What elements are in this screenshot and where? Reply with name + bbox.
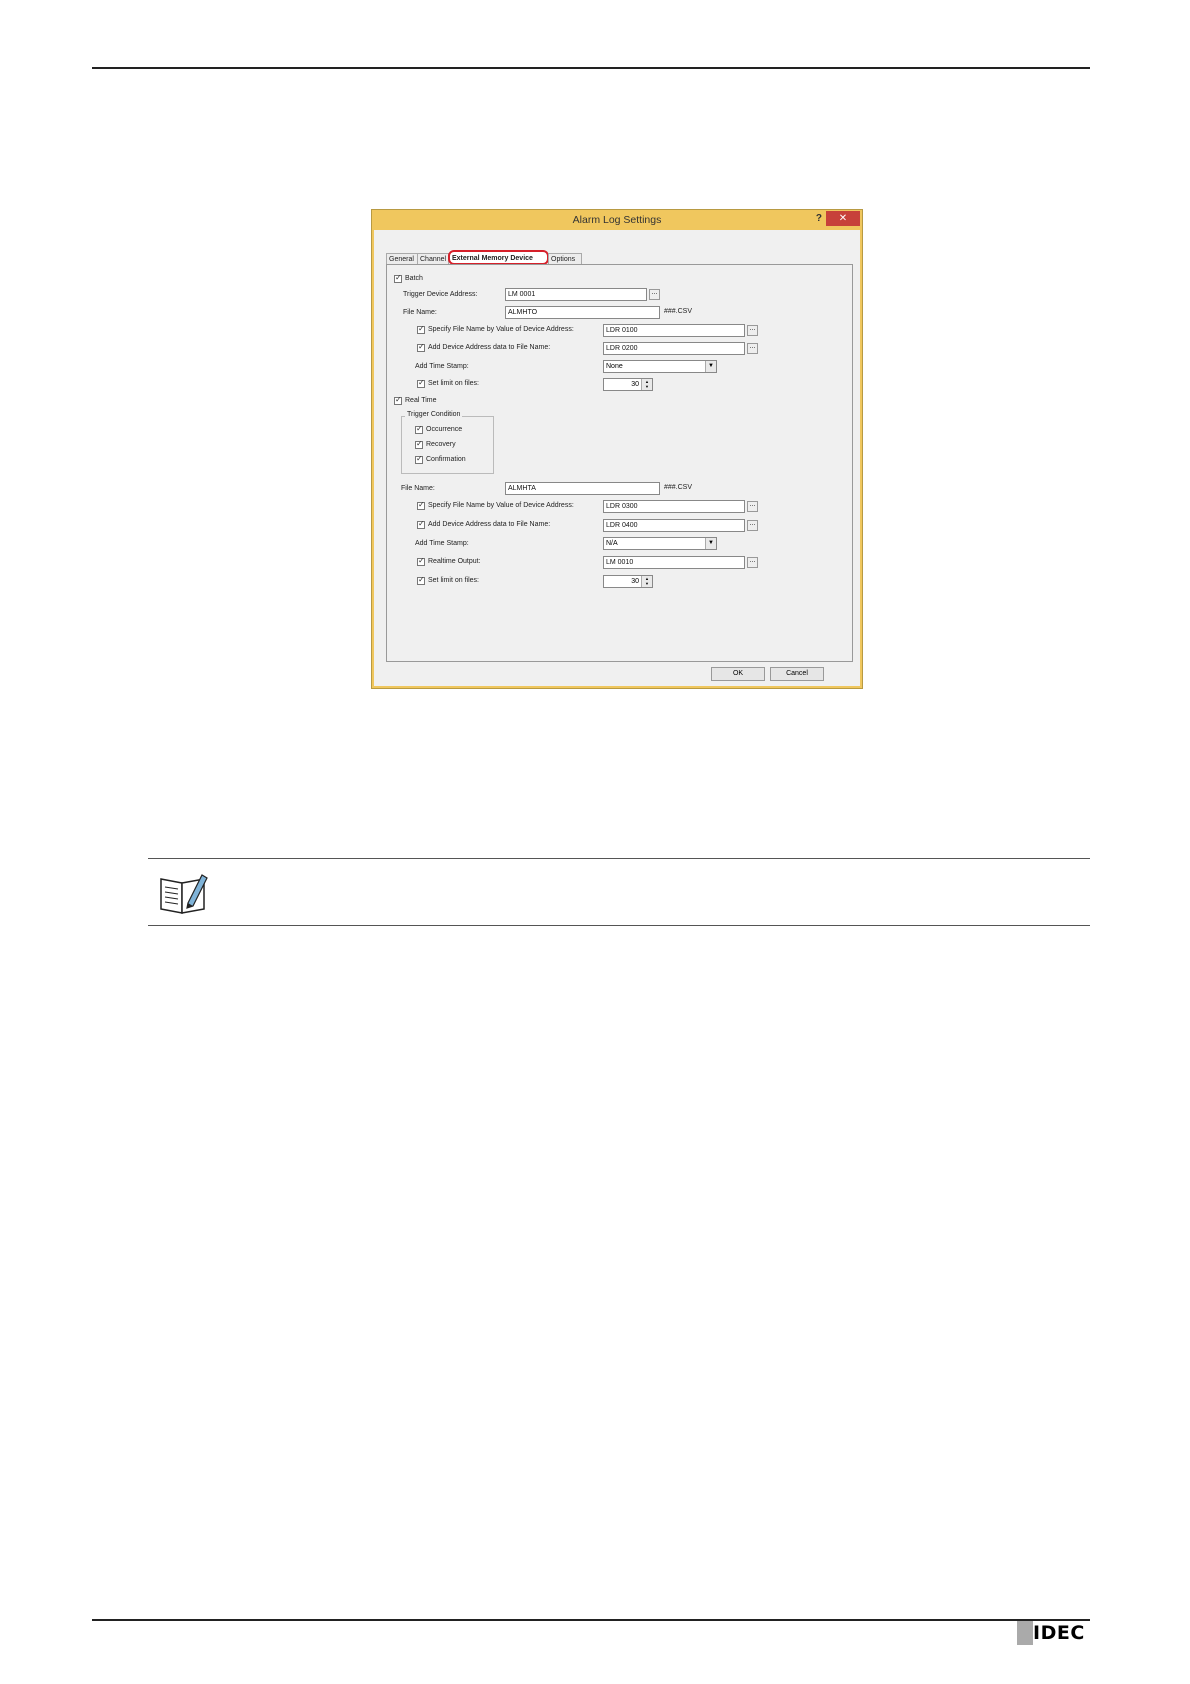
realtime-set-limit-spinner[interactable]: 30 ▲ ▼ bbox=[603, 575, 653, 588]
ok-button[interactable]: OK bbox=[711, 667, 765, 681]
idec-logo: IDEC bbox=[1017, 1621, 1091, 1645]
batch-add-device-address-checkbox[interactable] bbox=[417, 342, 425, 352]
logo-mark bbox=[1017, 1621, 1033, 1645]
tab-options[interactable]: Options bbox=[548, 253, 582, 264]
batch-file-name-input[interactable]: ALMHTO bbox=[505, 306, 660, 319]
batch-add-device-browse-button[interactable]: ... bbox=[747, 343, 758, 354]
external-memory-panel: Batch Trigger Device Address: LM 0001 ..… bbox=[386, 264, 853, 662]
batch-file-extension: ###.CSV bbox=[664, 308, 693, 315]
realtime-output-checkbox[interactable] bbox=[417, 556, 425, 566]
batch-file-name-label: File Name: bbox=[403, 309, 437, 316]
batch-add-device-address-label: Add Device Address data to File Name: bbox=[428, 344, 551, 351]
batch-specify-browse-button[interactable]: ... bbox=[747, 325, 758, 336]
confirmation-label: Confirmation bbox=[426, 456, 466, 463]
realtime-output-input[interactable]: LM 0010 bbox=[603, 556, 745, 569]
cancel-button[interactable]: Cancel bbox=[770, 667, 824, 681]
occurrence-checkbox[interactable] bbox=[415, 424, 423, 434]
dropdown-arrow-icon: ▼ bbox=[705, 361, 716, 372]
realtime-add-device-browse-button[interactable]: ... bbox=[747, 520, 758, 531]
occurrence-label: Occurrence bbox=[426, 426, 463, 433]
spin-arrows-icon[interactable]: ▲ ▼ bbox=[641, 379, 652, 390]
batch-time-stamp-value: None bbox=[606, 363, 623, 370]
spin-arrows-icon[interactable]: ▲ ▼ bbox=[641, 576, 652, 587]
note-box bbox=[148, 858, 1090, 926]
tab-general[interactable]: General bbox=[386, 253, 418, 264]
confirmation-checkbox[interactable] bbox=[415, 454, 423, 464]
recovery-checkbox[interactable] bbox=[415, 439, 423, 449]
realtime-set-limit-label: Set limit on files: bbox=[428, 577, 479, 584]
batch-time-stamp-select[interactable]: None ▼ bbox=[603, 360, 717, 373]
batch-set-limit-value: 30 bbox=[631, 381, 639, 388]
batch-time-stamp-label: Add Time Stamp: bbox=[415, 363, 469, 370]
logo-text: IDEC bbox=[1033, 1622, 1085, 1644]
realtime-output-label: Realtime Output: bbox=[428, 558, 481, 565]
realtime-add-device-address-label: Add Device Address data to File Name: bbox=[428, 521, 551, 528]
trigger-condition-label: Trigger Condition bbox=[405, 411, 463, 418]
realtime-file-name-label: File Name: bbox=[401, 485, 435, 492]
realtime-label: Real Time bbox=[405, 397, 437, 404]
realtime-output-browse-button[interactable]: ... bbox=[747, 557, 758, 568]
realtime-file-extension: ###.CSV bbox=[664, 484, 693, 491]
realtime-add-device-address-checkbox[interactable] bbox=[417, 519, 425, 529]
title-bar: Alarm Log Settings ? ✕ bbox=[372, 210, 862, 230]
note-book-icon bbox=[160, 874, 208, 914]
dialog-title: Alarm Log Settings bbox=[572, 214, 662, 226]
realtime-specify-file-name-checkbox[interactable] bbox=[417, 500, 425, 510]
batch-checkbox[interactable] bbox=[394, 273, 402, 283]
realtime-file-name-input[interactable]: ALMHTA bbox=[505, 482, 660, 495]
dropdown-arrow-icon: ▼ bbox=[705, 538, 716, 549]
trigger-device-address-input[interactable]: LM 0001 bbox=[505, 288, 647, 301]
realtime-specify-file-name-input[interactable]: LDR 0300 bbox=[603, 500, 745, 513]
batch-specify-file-name-label: Specify File Name by Value of Device Add… bbox=[428, 326, 574, 333]
realtime-time-stamp-label: Add Time Stamp: bbox=[415, 540, 469, 547]
recovery-label: Recovery bbox=[426, 441, 456, 448]
footer-rule bbox=[92, 1619, 1090, 1621]
alarm-log-settings-dialog: Alarm Log Settings ? ✕ General Channel E… bbox=[371, 209, 863, 689]
dialog-client: General Channel External Memory Device O… bbox=[374, 230, 860, 686]
trigger-device-address-label: Trigger Device Address: bbox=[403, 291, 478, 298]
batch-specify-file-name-checkbox[interactable] bbox=[417, 324, 425, 334]
help-button[interactable]: ? bbox=[816, 213, 822, 224]
header-rule bbox=[92, 67, 1090, 69]
realtime-time-stamp-value: N/A bbox=[606, 540, 618, 547]
realtime-set-limit-checkbox[interactable] bbox=[417, 575, 425, 585]
realtime-specify-file-name-label: Specify File Name by Value of Device Add… bbox=[428, 502, 574, 509]
realtime-add-device-address-input[interactable]: LDR 0400 bbox=[603, 519, 745, 532]
batch-add-device-address-input[interactable]: LDR 0200 bbox=[603, 342, 745, 355]
realtime-time-stamp-select[interactable]: N/A ▼ bbox=[603, 537, 717, 550]
tab-external-memory-device[interactable]: External Memory Device bbox=[448, 250, 549, 265]
trigger-device-address-browse-button[interactable]: ... bbox=[649, 289, 660, 300]
realtime-set-limit-value: 30 bbox=[631, 578, 639, 585]
close-button[interactable]: ✕ bbox=[826, 211, 860, 226]
batch-set-limit-label: Set limit on files: bbox=[428, 380, 479, 387]
tab-channel[interactable]: Channel bbox=[417, 253, 449, 264]
batch-set-limit-spinner[interactable]: 30 ▲ ▼ bbox=[603, 378, 653, 391]
batch-label: Batch bbox=[405, 275, 423, 282]
realtime-specify-browse-button[interactable]: ... bbox=[747, 501, 758, 512]
batch-set-limit-checkbox[interactable] bbox=[417, 378, 425, 388]
realtime-checkbox[interactable] bbox=[394, 395, 402, 405]
batch-specify-file-name-input[interactable]: LDR 0100 bbox=[603, 324, 745, 337]
